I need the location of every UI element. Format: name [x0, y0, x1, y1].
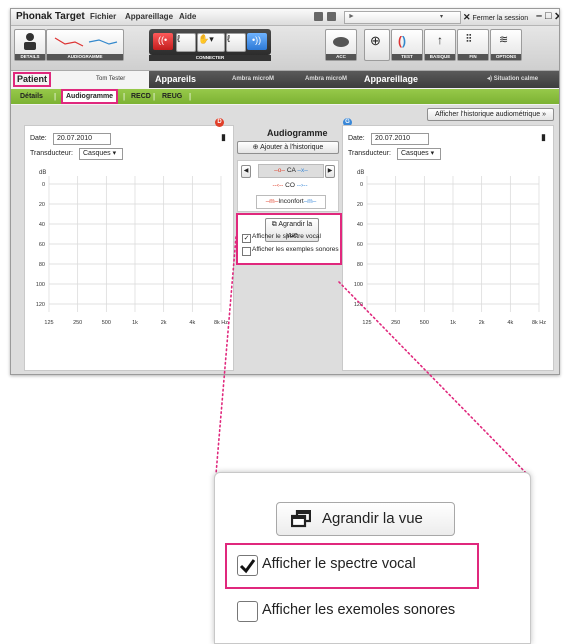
window-restore-icon: [291, 510, 311, 528]
zoom-speech-checkbox[interactable]: [237, 555, 258, 576]
check-icon: [239, 559, 256, 574]
zoom-speech-highlight: Afficher le spectre vocal: [225, 543, 479, 589]
zoom-enlarge-button[interactable]: Agrandir la vue: [276, 502, 455, 536]
zoom-enlarge-label: Agrandir la vue: [322, 510, 423, 527]
zoom-sound-label: Afficher les exemoles sonores: [262, 602, 456, 618]
zoom-speech-label: Afficher le spectre vocal: [262, 556, 416, 572]
zoom-sound-checkbox[interactable]: [237, 601, 258, 622]
zoom-inset: Agrandir la vue Afficher le spectre voca…: [214, 472, 531, 644]
